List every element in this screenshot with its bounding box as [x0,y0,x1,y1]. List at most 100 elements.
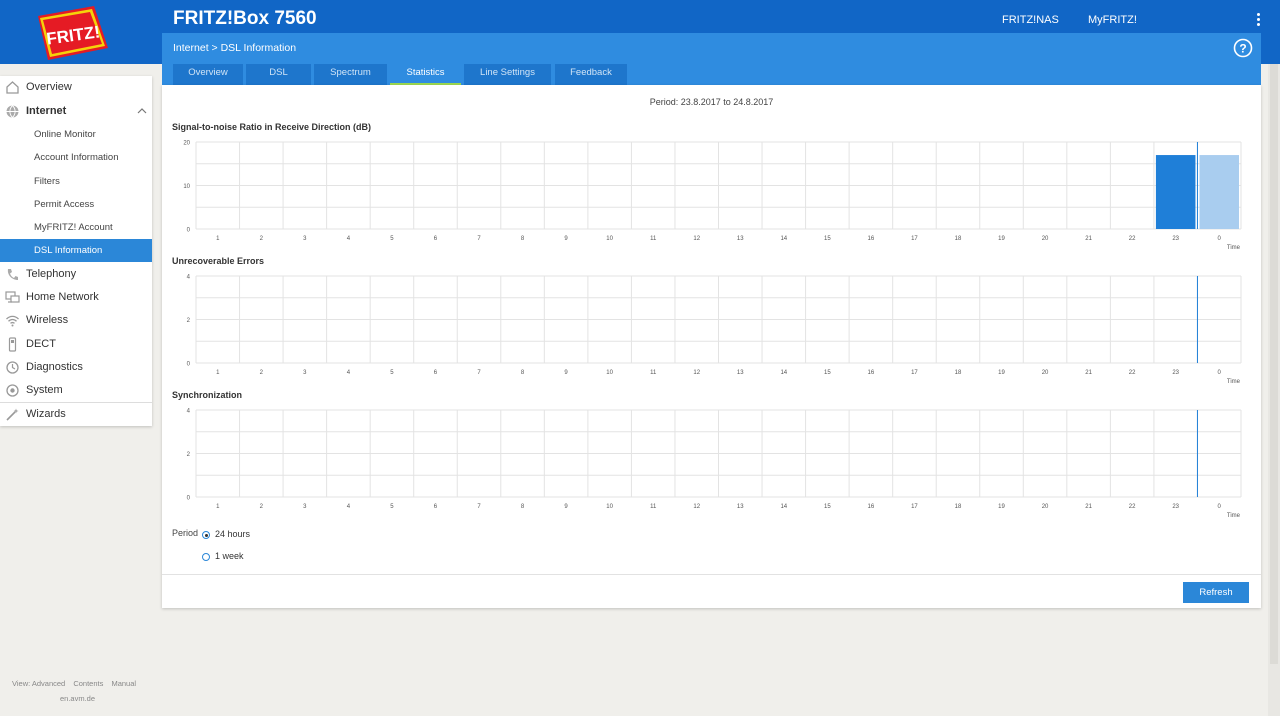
x-tick-label: 15 [824,236,831,242]
sidebar-item-wizards[interactable]: Wizards [0,402,152,425]
snr-chart: 010201 2 3 4 5 6 7 8 9 10 11 12 13 14 15 16 17 18 19 20 21 22… [183,141,1242,251]
tab-spectrum[interactable]: Spectrum [314,64,387,85]
breadcrumb-parent[interactable]: Internet [173,42,209,54]
x-tick-label: 20 [1042,236,1049,242]
sidebar-item-home-network[interactable]: Home Network [0,286,152,309]
x-tick-label: 22 [1129,370,1136,376]
x-tick-label: 8 [521,236,525,242]
sidebar-item-label: Overview [26,81,72,93]
x-tick-label: 9 [564,370,568,376]
x-tick-label: 10 [606,504,613,510]
sidebar-item-wireless[interactable]: Wireless [0,309,152,332]
globe-icon [6,105,19,118]
x-tick-label: 13 [737,236,744,242]
x-tick-label: 18 [955,236,962,242]
more-menu-icon[interactable] [1252,12,1264,28]
sidebar-item-dsl-information[interactable]: DSL Information [0,239,152,262]
sidebar-item-label: Diagnostics [26,361,83,373]
x-tick-label: 9 [564,236,568,242]
sidebar-item-overview[interactable]: Overview [0,76,152,99]
x-tick-label: 7 [477,370,481,376]
x-tick-label: 4 [347,504,351,510]
x-tick-label: 6 [434,236,438,242]
x-tick-label: 13 [737,504,744,510]
radio-label: 24 hours [215,529,251,539]
sidebar-item-permit-access[interactable]: Permit Access [0,193,152,216]
help-icon[interactable]: ? [1233,38,1253,58]
radio-unchecked-icon[interactable] [202,553,210,561]
svg-text:?: ? [1239,42,1246,56]
fritz-nas-link[interactable]: FRITZ!NAS [1002,14,1059,26]
home-icon [6,81,19,94]
sidebar-item-telephony[interactable]: Telephony [0,263,152,286]
sidebar-item-label: DSL Information [34,245,103,256]
y-tick-label: 0 [187,362,191,368]
x-tick-label: 23 [1172,236,1179,242]
sidebar-item-label: DECT [26,338,56,350]
y-tick-label: 4 [187,409,191,415]
fritz-logo[interactable]: FRITZ! [34,4,112,62]
x-tick-label: 12 [693,236,700,242]
diagnostics-icon [6,361,19,374]
y-tick-label: 0 [187,496,191,502]
sidebar-item-label: Home Network [26,291,99,303]
y-tick-label: 20 [183,141,190,147]
x-tick-label: 17 [911,236,918,242]
x-tick-label: 21 [1085,236,1092,242]
tab-feedback[interactable]: Feedback [555,64,627,85]
x-tick-label: 21 [1085,370,1092,376]
content-panel: Period: 23.8.2017 to 24.8.2017 Signal-to… [162,85,1261,608]
tab-overview[interactable]: Overview [173,64,243,85]
x-tick-label: 3 [303,236,307,242]
x-tick-label: 8 [521,370,525,376]
tab-dsl[interactable]: DSL [246,64,311,85]
chevron-up-icon[interactable] [137,106,147,116]
x-tick-label: 10 [606,370,613,376]
sidebar-item-filters[interactable]: Filters [0,170,152,193]
y-tick-label: 0 [187,228,191,234]
scrollbar-thumb[interactable] [1270,64,1278,664]
bar [1199,155,1239,229]
x-tick-label: 2 [260,504,264,510]
period-range-text: Period: 23.8.2017 to 24.8.2017 [649,97,774,107]
contents-link[interactable]: Contents [73,679,103,688]
wifi-icon [6,315,19,327]
x-tick-label: 9 [564,504,568,510]
refresh-button[interactable]: Refresh [1183,582,1249,603]
x-tick-label: 15 [824,370,831,376]
view-mode-link[interactable]: View: Advanced [12,679,65,688]
sidebar-item-label: System [26,384,63,396]
x-tick-label: 12 [693,370,700,376]
sidebar-item-myfritz-account[interactable]: MyFRITZ! Account [0,216,152,239]
x-tick-label: 23 [1172,504,1179,510]
y-tick-label: 4 [187,275,191,281]
product-title: FRITZ!Box 7560 [173,8,317,29]
sidebar-item-dect[interactable]: DECT [0,333,152,356]
footer-links: View: Advanced Contents Manual [12,679,142,688]
sidebar-item-label: Telephony [26,268,77,280]
avm-site-link[interactable]: en.avm.de [60,694,95,703]
y-tick-label: 2 [187,318,191,324]
period-label: Period [172,528,199,538]
wizard-icon [6,408,19,421]
x-tick-label: 4 [347,236,351,242]
x-tick-label: 16 [868,504,875,510]
tab-statistics[interactable]: Statistics [390,64,461,85]
manual-link[interactable]: Manual [111,679,136,688]
sidebar-item-diagnostics[interactable]: Diagnostics [0,356,152,379]
sync-chart-title: Synchronization [172,390,243,400]
sidebar-item-label: Online Monitor [34,129,96,140]
radio-label: 1 week [215,551,244,561]
breadcrumb-separator: > [211,42,218,54]
snr-chart-title: Signal-to-noise Ratio in Receive Directi… [172,122,372,132]
radio-checked-icon[interactable] [202,531,210,539]
divider [162,574,1261,575]
sidebar-item-online-monitor[interactable]: Online Monitor [0,123,152,146]
sidebar-item-system[interactable]: System [0,379,152,402]
tab-line-settings[interactable]: Line Settings [464,64,551,85]
sidebar-item-internet[interactable]: Internet [0,100,152,123]
x-tick-label: 19 [998,370,1005,376]
sidebar-item-account-information[interactable]: Account Information [0,146,152,169]
x-tick-label: 16 [868,236,875,242]
myfritz-link[interactable]: MyFRITZ! [1088,14,1137,26]
